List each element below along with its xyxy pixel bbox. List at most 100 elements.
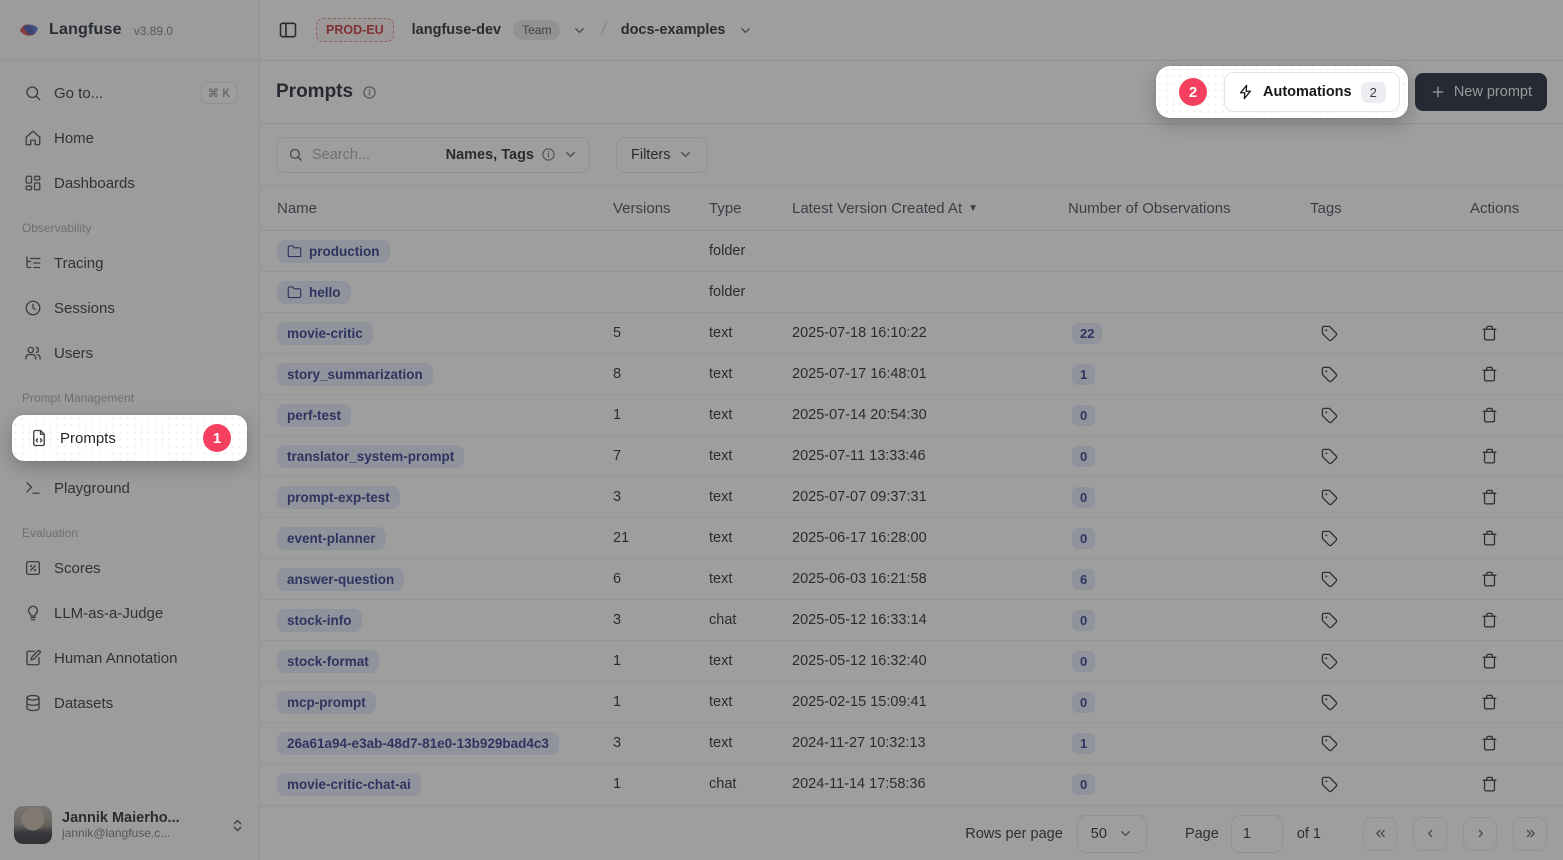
observations-count-badge: 0	[1072, 528, 1095, 549]
versions-cell: 1	[613, 407, 709, 423]
delete-prompt-button[interactable]	[1475, 729, 1503, 757]
sidebar-item-prompts[interactable]: Prompts1	[18, 420, 241, 456]
prompt-name-pill[interactable]: answer-question	[277, 568, 404, 591]
column-header-latest-version-created-at[interactable]: Latest Version Created At▼	[792, 200, 1068, 217]
row-tags-button[interactable]	[1315, 565, 1343, 593]
sidebar-item-datasets[interactable]: Datasets	[12, 685, 247, 721]
sidebar-item-dashboards[interactable]: Dashboards	[12, 165, 247, 201]
page-number-input[interactable]: 1	[1231, 815, 1283, 853]
delete-prompt-button[interactable]	[1475, 401, 1503, 429]
row-tags-button[interactable]	[1315, 770, 1343, 798]
row-tags-button[interactable]	[1315, 606, 1343, 634]
created-at-cell: 2024-11-14 17:58:36	[792, 776, 1068, 792]
prompt-name-pill[interactable]: story_summarization	[277, 363, 433, 386]
table-row[interactable]: translator_system-prompt7text2025-07-11 …	[260, 436, 1563, 477]
folder-name-pill[interactable]: production	[277, 240, 390, 263]
delete-prompt-button[interactable]	[1475, 524, 1503, 552]
prompt-name-pill[interactable]: 26a61a94-e3ab-48d7-81e0-13b929bad4c3	[277, 732, 559, 755]
previous-page-button[interactable]	[1413, 817, 1447, 851]
prompt-name-pill[interactable]: stock-format	[277, 650, 379, 673]
terminal-icon	[24, 479, 42, 497]
delete-prompt-button[interactable]	[1475, 319, 1503, 347]
row-tags-button[interactable]	[1315, 401, 1343, 429]
table-row[interactable]: perf-test1text2025-07-14 20:54:300	[260, 395, 1563, 436]
search-icon	[24, 84, 42, 102]
row-tags-button[interactable]	[1315, 483, 1343, 511]
first-page-button[interactable]	[1363, 817, 1397, 851]
organization-name[interactable]: langfuse-dev	[412, 22, 501, 38]
sidebar-item-users[interactable]: Users	[12, 335, 247, 371]
prompt-name-pill[interactable]: event-planner	[277, 527, 386, 550]
project-name[interactable]: docs-examples	[621, 22, 726, 38]
prompt-name-pill[interactable]: movie-critic	[277, 322, 373, 345]
delete-prompt-button[interactable]	[1475, 770, 1503, 798]
search-input[interactable]: Search... Names, Tags	[276, 137, 590, 173]
table-row[interactable]: stock-format1text2025-05-12 16:32:400	[260, 641, 1563, 682]
next-page-button[interactable]	[1463, 817, 1497, 851]
row-tags-button[interactable]	[1315, 442, 1343, 470]
info-icon[interactable]	[362, 85, 377, 100]
prompt-name-pill[interactable]: perf-test	[277, 404, 351, 427]
last-page-button[interactable]	[1513, 817, 1547, 851]
delete-prompt-button[interactable]	[1475, 483, 1503, 511]
sidebar-item-scores[interactable]: Scores	[12, 550, 247, 586]
chevron-down-icon[interactable]	[572, 23, 587, 38]
table-row[interactable]: event-planner21text2025-06-17 16:28:000	[260, 518, 1563, 559]
delete-prompt-button[interactable]	[1475, 647, 1503, 675]
page-title: Prompts	[276, 81, 353, 103]
database-icon	[24, 694, 42, 712]
prompt-name-pill[interactable]: translator_system-prompt	[277, 445, 464, 468]
row-tags-button[interactable]	[1315, 729, 1343, 757]
trash-icon	[1481, 776, 1498, 793]
table-row[interactable]: story_summarization8text2025-07-17 16:48…	[260, 354, 1563, 395]
automations-button[interactable]: Automations 2	[1224, 72, 1400, 112]
table-row[interactable]: prompt-exp-test3text2025-07-07 09:37:310	[260, 477, 1563, 518]
user-menu[interactable]: Jannik Maierho... jannik@langfuse.c...	[0, 794, 259, 860]
table-row[interactable]: 26a61a94-e3ab-48d7-81e0-13b929bad4c33tex…	[260, 723, 1563, 764]
folder-name-pill[interactable]: hello	[277, 281, 351, 304]
row-tags-button[interactable]	[1315, 647, 1343, 675]
delete-prompt-button[interactable]	[1475, 360, 1503, 388]
row-tags-button[interactable]	[1315, 524, 1343, 552]
prompt-name-pill[interactable]: stock-info	[277, 609, 362, 632]
table-row[interactable]: answer-question6text2025-06-03 16:21:586	[260, 559, 1563, 600]
prompt-name-pill[interactable]: mcp-prompt	[277, 691, 376, 714]
table-row[interactable]: mcp-prompt1text2025-02-15 15:09:410	[260, 682, 1563, 723]
created-at-cell: 2025-05-12 16:33:14	[792, 612, 1068, 628]
row-tags-button[interactable]	[1315, 319, 1343, 347]
langfuse-app: Langfuse v3.89.0 Go to...⌘ KHomeDashboar…	[0, 0, 1563, 860]
sidebar-nav: Go to...⌘ KHomeDashboardsObservabilityTr…	[0, 61, 259, 794]
trash-icon	[1481, 325, 1498, 342]
sidebar-item-home[interactable]: Home	[12, 120, 247, 156]
folder-icon	[287, 285, 302, 300]
created-at-cell: 2025-07-11 13:33:46	[792, 448, 1068, 464]
sidebar-item-sessions[interactable]: Sessions	[12, 290, 247, 326]
table-row[interactable]: stock-info3chat2025-05-12 16:33:140	[260, 600, 1563, 641]
new-prompt-button[interactable]: New prompt	[1415, 73, 1547, 111]
table-row[interactable]: movie-critic-chat-ai1chat2024-11-14 17:5…	[260, 764, 1563, 805]
sidebar-item-go-to[interactable]: Go to...⌘ K	[12, 75, 247, 111]
row-tags-button[interactable]	[1315, 360, 1343, 388]
search-scope-selector[interactable]: Names, Tags	[446, 147, 578, 163]
table-row[interactable]: productionfolder	[260, 231, 1563, 272]
delete-prompt-button[interactable]	[1475, 688, 1503, 716]
delete-prompt-button[interactable]	[1475, 565, 1503, 593]
table-row[interactable]: movie-critic5text2025-07-18 16:10:2222	[260, 313, 1563, 354]
sidebar-item-llm-as-a-judge[interactable]: LLM-as-a-Judge	[12, 595, 247, 631]
delete-prompt-button[interactable]	[1475, 606, 1503, 634]
prompt-name-pill[interactable]: prompt-exp-test	[277, 486, 400, 509]
users-icon	[24, 344, 42, 362]
list-tree-icon	[24, 254, 42, 272]
row-tags-button[interactable]	[1315, 688, 1343, 716]
filters-button[interactable]: Filters	[616, 137, 708, 173]
sidebar-toggle-icon[interactable]	[278, 20, 298, 40]
sidebar-item-tracing[interactable]: Tracing	[12, 245, 247, 281]
rows-per-page-select[interactable]: 50	[1077, 815, 1147, 853]
sidebar-item-playground[interactable]: Playground	[12, 470, 247, 506]
table-row[interactable]: hello folder	[260, 272, 1563, 313]
type-cell: folder	[709, 284, 792, 300]
chevron-down-icon[interactable]	[738, 23, 753, 38]
delete-prompt-button[interactable]	[1475, 442, 1503, 470]
prompt-name-pill[interactable]: movie-critic-chat-ai	[277, 773, 421, 796]
sidebar-item-human-annotation[interactable]: Human Annotation	[12, 640, 247, 676]
